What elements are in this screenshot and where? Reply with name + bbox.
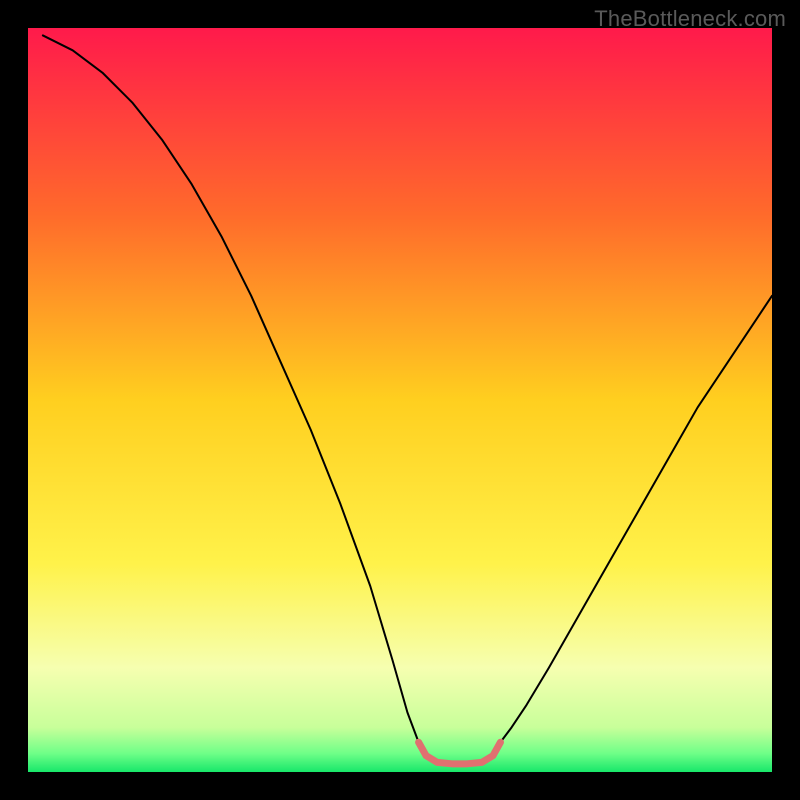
chart-svg [28, 28, 772, 772]
chart-frame: TheBottleneck.com [0, 0, 800, 800]
gradient-background [28, 28, 772, 772]
plot-area [28, 28, 772, 772]
watermark-text: TheBottleneck.com [594, 6, 786, 32]
